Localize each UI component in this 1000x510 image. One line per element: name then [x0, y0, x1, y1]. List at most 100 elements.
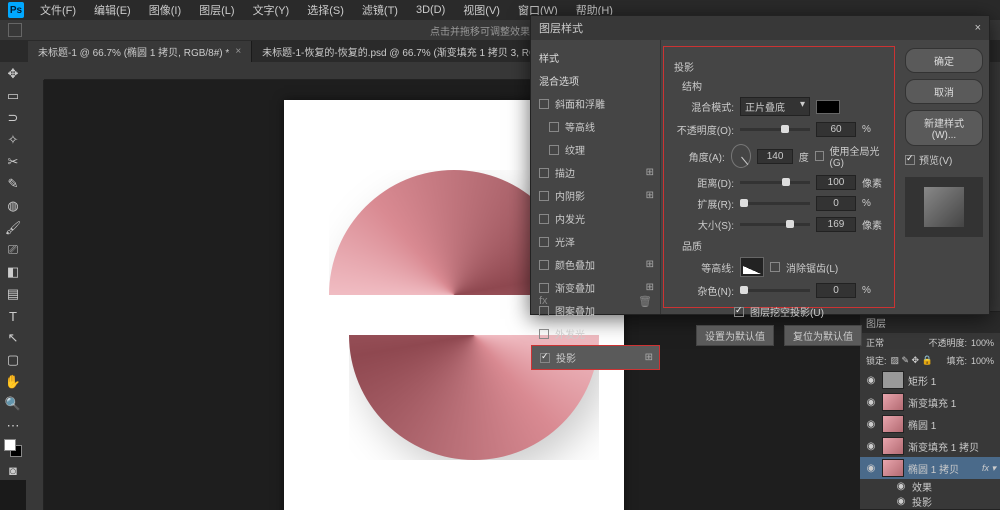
layer-fx-row[interactable]: ◉投影 [860, 494, 1000, 509]
dialog-titlebar[interactable]: 图层样式 × [531, 16, 989, 40]
knockout-checkbox[interactable] [734, 307, 744, 317]
visibility-icon[interactable]: ◉ [864, 419, 878, 430]
visibility-icon[interactable]: ◉ [864, 441, 878, 452]
menu-edit[interactable]: 编辑(E) [86, 0, 139, 20]
checkbox[interactable] [540, 353, 550, 363]
close-icon[interactable]: × [975, 22, 981, 34]
angle-input[interactable]: 140 [757, 149, 792, 164]
visibility-icon[interactable]: ◉ [864, 397, 878, 408]
checkbox[interactable] [539, 260, 549, 270]
color-swatches[interactable] [2, 438, 24, 458]
visibility-icon[interactable]: ◉ [864, 463, 878, 474]
type-tool[interactable]: T [2, 306, 24, 326]
checkbox[interactable] [539, 168, 549, 178]
menu-type[interactable]: 文字(Y) [245, 0, 298, 20]
make-default-button[interactable]: 设置为默认值 [696, 325, 774, 346]
checkbox[interactable] [539, 283, 549, 293]
layer-name[interactable]: 渐变填充 1 [908, 395, 956, 410]
blending-options[interactable]: 混合选项 [531, 69, 660, 92]
fx-icon[interactable]: fx [539, 295, 548, 308]
spread-input[interactable]: 0 [816, 196, 856, 211]
layer-row[interactable]: ◉ 渐变填充 1 拷贝 [860, 435, 1000, 457]
menu-file[interactable]: 文件(F) [32, 0, 84, 20]
visibility-icon[interactable]: ◉ [894, 481, 908, 492]
style-inner-shadow[interactable]: 内阴影⊞ [531, 184, 660, 207]
style-bevel[interactable]: 斜面和浮雕 [531, 92, 660, 115]
quick-mask[interactable]: ◙ [2, 460, 24, 480]
reset-default-button[interactable]: 复位为默认值 [784, 325, 862, 346]
layer-row[interactable]: ◉ 渐变填充 1 [860, 391, 1000, 413]
preview-checkbox[interactable] [905, 155, 915, 165]
new-style-button[interactable]: 新建样式(W)... [905, 110, 983, 146]
checkbox[interactable] [539, 237, 549, 247]
checkbox[interactable] [539, 329, 549, 339]
layer-row[interactable]: ◉椭圆 1 [860, 413, 1000, 435]
path-tool[interactable]: ↖ [2, 328, 24, 348]
opacity-input[interactable]: 60 [816, 122, 856, 137]
opacity-value[interactable]: 100% [971, 338, 994, 348]
layer-row[interactable]: ◉ 矩形 1 [860, 369, 1000, 391]
ruler-vertical[interactable] [26, 80, 44, 510]
opacity-slider[interactable] [740, 128, 810, 131]
eraser-tool[interactable]: ◧ [2, 262, 24, 282]
plus-icon[interactable]: ⊞ [646, 167, 654, 178]
lock-icons[interactable]: ▨ ✎ ✥ 🔒 [891, 355, 933, 366]
checkbox[interactable] [539, 214, 549, 224]
document-tab-1[interactable]: 未标题-1 @ 66.7% (椭圆 1 拷贝, RGB/8#) * × [28, 41, 252, 62]
style-color-overlay[interactable]: 颜色叠加⊞ [531, 253, 660, 276]
plus-icon[interactable]: ⊞ [646, 282, 654, 293]
plus-icon[interactable]: ⊞ [645, 352, 653, 363]
shape-tool[interactable]: ▢ [2, 350, 24, 370]
move-tool[interactable]: ✥ [2, 64, 24, 84]
layer-name[interactable]: 矩形 1 [908, 373, 936, 388]
noise-input[interactable]: 0 [816, 283, 856, 298]
visibility-icon[interactable]: ◉ [864, 375, 878, 386]
style-stroke[interactable]: 描边⊞ [531, 161, 660, 184]
style-contour[interactable]: 等高线 [531, 115, 660, 138]
wand-tool[interactable]: ✧ [2, 130, 24, 150]
noise-slider[interactable] [740, 289, 810, 292]
fill-value[interactable]: 100% [971, 356, 994, 366]
styles-header[interactable]: 样式 [531, 46, 660, 69]
menu-image[interactable]: 图像(I) [141, 0, 189, 20]
lasso-tool[interactable]: ⊃ [2, 108, 24, 128]
close-icon[interactable]: × [235, 46, 241, 57]
visibility-icon[interactable]: ◉ [894, 496, 908, 507]
trash-icon[interactable]: 🗑 [638, 295, 652, 308]
checkbox[interactable] [549, 122, 559, 132]
style-inner-glow[interactable]: 内发光 [531, 207, 660, 230]
ok-button[interactable]: 确定 [905, 48, 983, 73]
crop-tool[interactable]: ✂ [2, 152, 24, 172]
hand-tool[interactable]: ✋ [2, 372, 24, 392]
checkbox[interactable] [539, 191, 549, 201]
menu-select[interactable]: 选择(S) [299, 0, 352, 20]
menu-view[interactable]: 视图(V) [455, 0, 508, 20]
style-texture[interactable]: 纹理 [531, 138, 660, 161]
gradient-tool[interactable]: ▤ [2, 284, 24, 304]
antialias-checkbox[interactable] [770, 262, 780, 272]
checkbox[interactable] [549, 145, 559, 155]
cancel-button[interactable]: 取消 [905, 79, 983, 104]
layer-row-selected[interactable]: ◉ 椭圆 1 拷贝 fx ▾ [860, 457, 1000, 479]
edit-toolbar[interactable]: ⋯ [2, 416, 24, 436]
size-slider[interactable] [740, 223, 810, 226]
fx-badge[interactable]: fx ▾ [982, 463, 996, 474]
menu-3d[interactable]: 3D(D) [408, 2, 453, 18]
global-light-checkbox[interactable] [815, 151, 824, 161]
layer-name[interactable]: 椭圆 1 拷贝 [908, 461, 959, 476]
checkbox[interactable] [539, 99, 549, 109]
distance-input[interactable]: 100 [816, 175, 856, 190]
tool-preset-icon[interactable] [8, 23, 22, 37]
distance-slider[interactable] [740, 181, 810, 184]
layer-name[interactable]: 渐变填充 1 拷贝 [908, 439, 979, 454]
blend-mode-select[interactable]: 正片叠底▾ [740, 97, 810, 116]
marquee-tool[interactable]: ▭ [2, 86, 24, 106]
menu-layer[interactable]: 图层(L) [191, 0, 242, 20]
style-satin[interactable]: 光泽 [531, 230, 660, 253]
style-drop-shadow[interactable]: 投影⊞ [531, 345, 660, 370]
size-input[interactable]: 169 [816, 217, 856, 232]
contour-picker[interactable] [740, 257, 764, 277]
heal-tool[interactable]: ◍ [2, 196, 24, 216]
angle-dial[interactable] [731, 144, 752, 168]
eyedropper-tool[interactable]: ✎ [2, 174, 24, 194]
